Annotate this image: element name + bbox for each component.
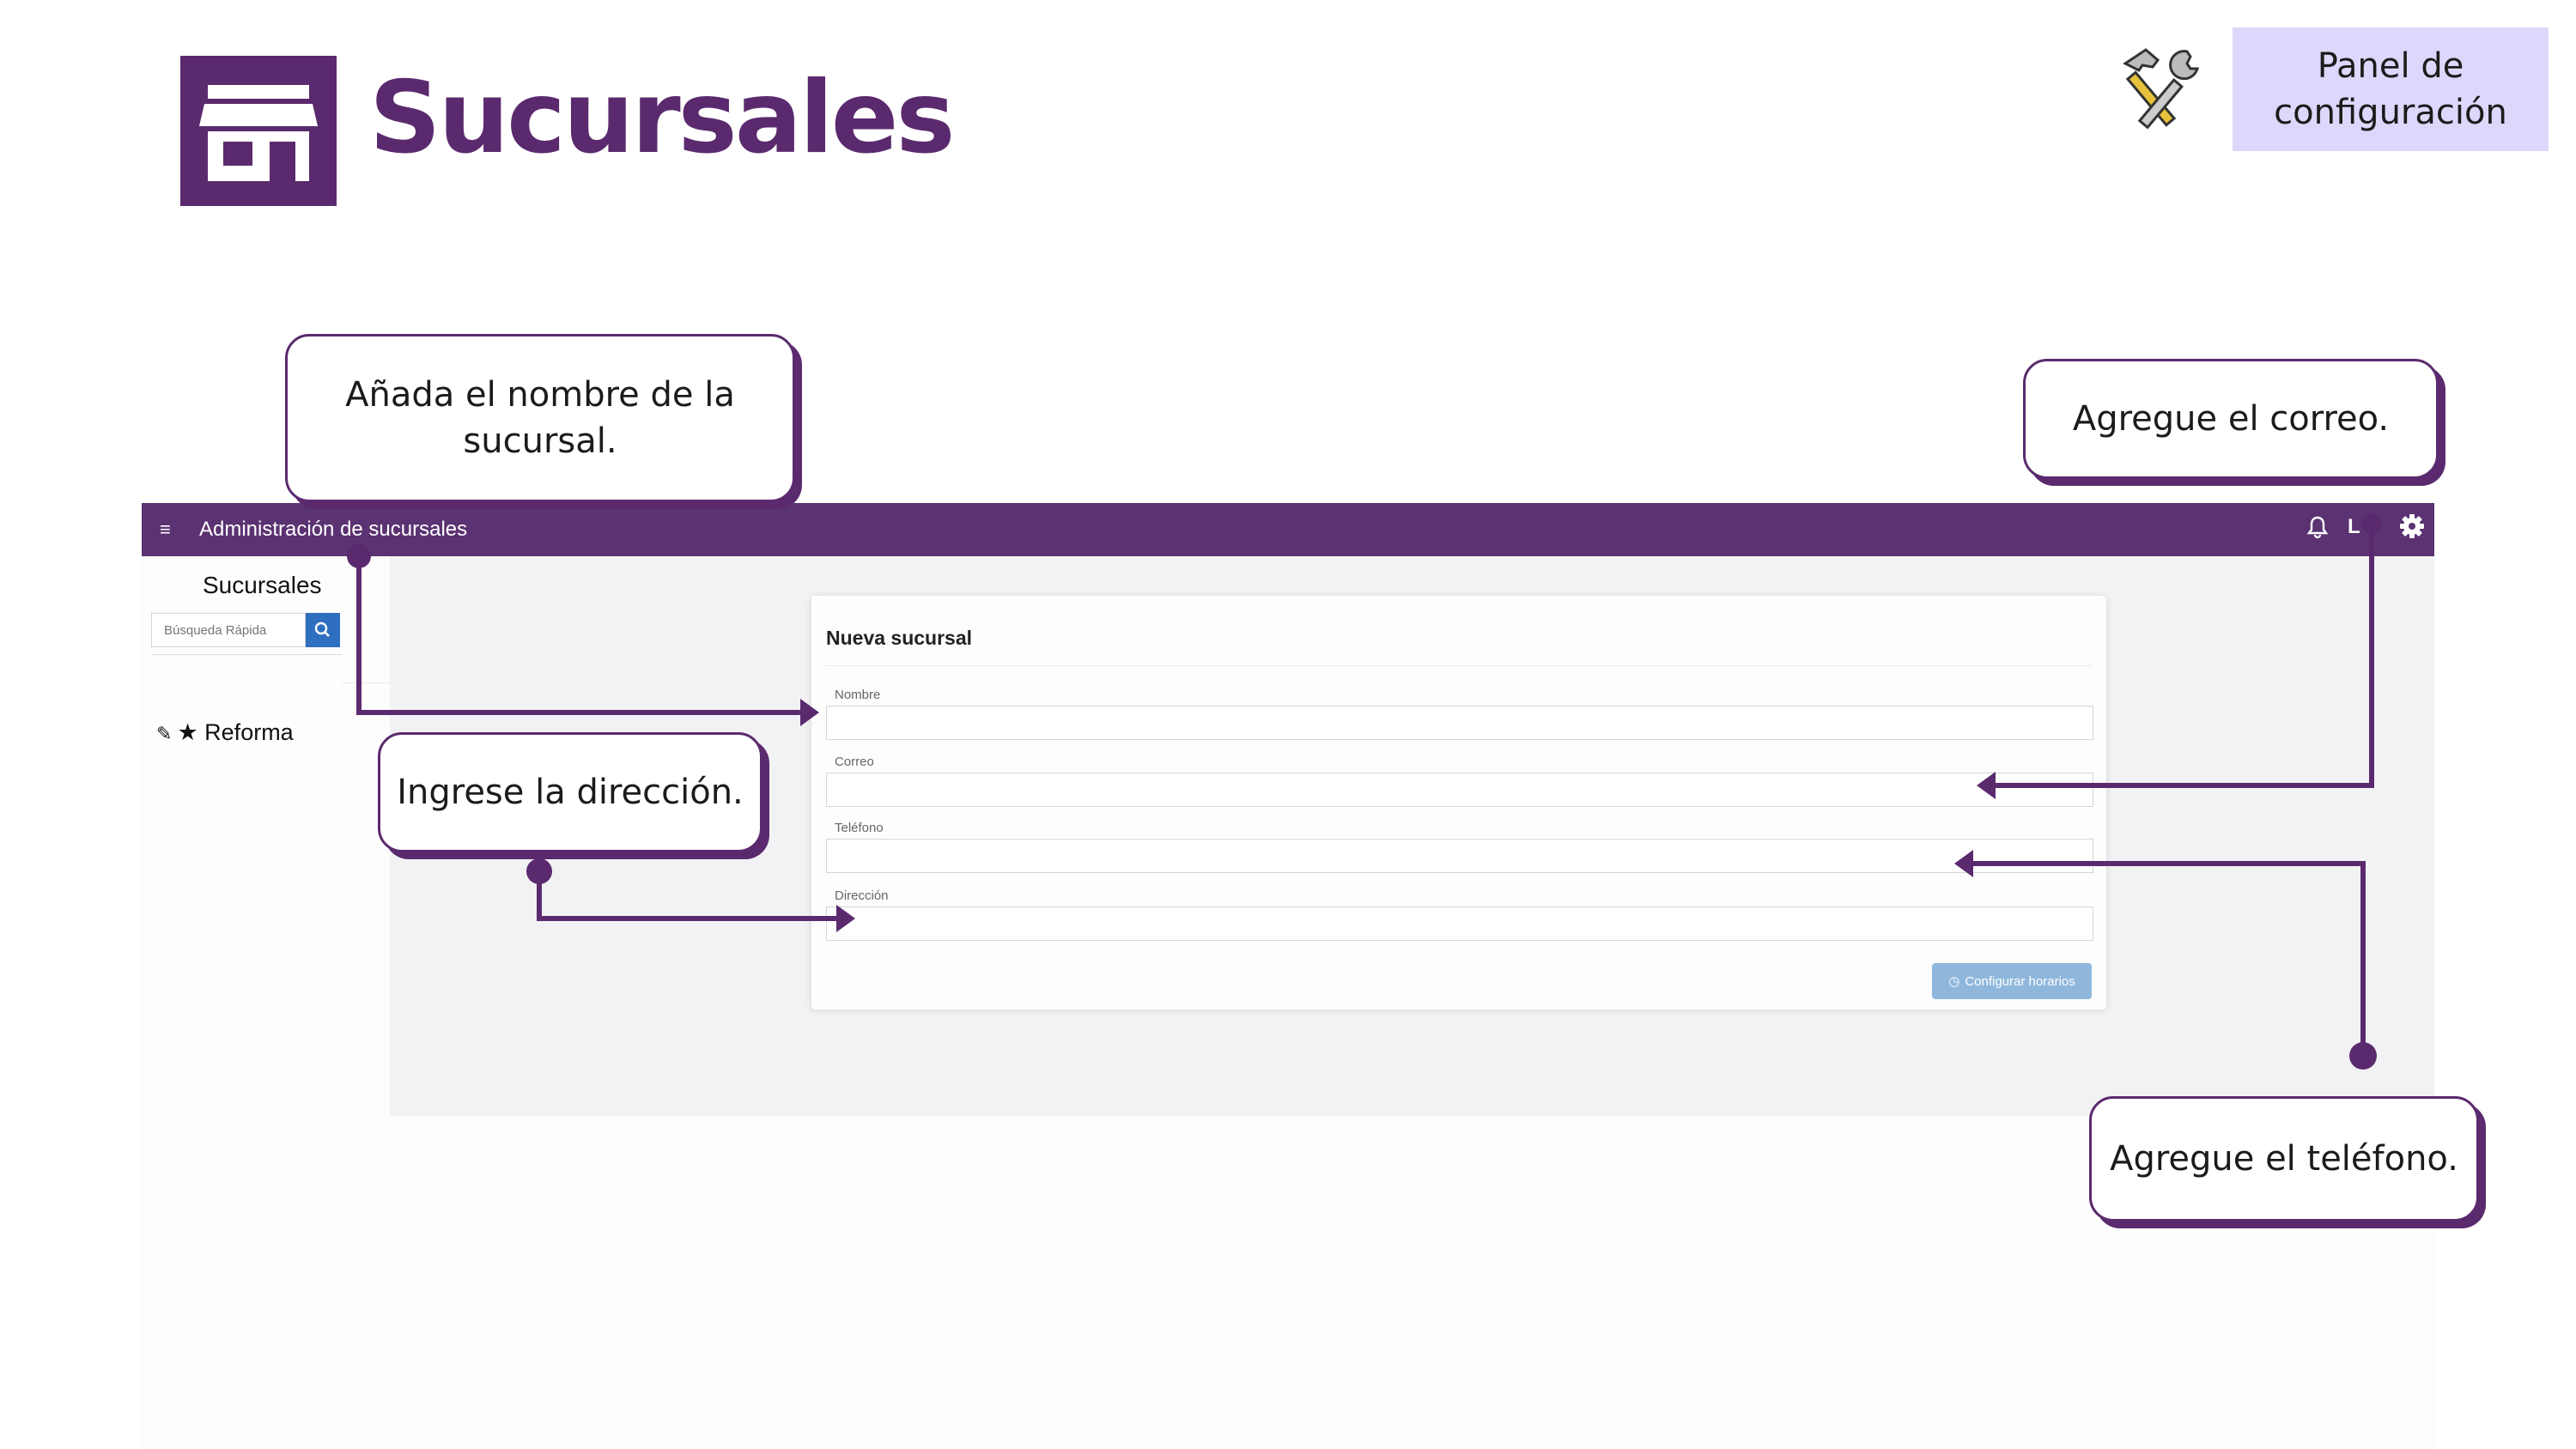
config-panel-button[interactable]: Panel de configuración (2233, 27, 2549, 151)
sidebar-divider (151, 654, 342, 655)
star-icon: ★ (177, 719, 198, 745)
page-title: Sucursales (369, 60, 955, 176)
telefono-label: Teléfono (835, 821, 884, 835)
callout-telefono: Agregue el teléfono. (2089, 1096, 2479, 1222)
gear-icon[interactable] (2399, 513, 2425, 539)
clock-icon: ◷ (1948, 974, 1960, 989)
form-divider (826, 665, 2092, 666)
callout-correo: Agregue el correo. (2023, 359, 2439, 479)
pencil-icon[interactable]: ✎ (156, 723, 172, 744)
callout-nombre: Añada el nombre de la sucursal. (285, 334, 795, 502)
telefono-input[interactable] (826, 839, 2093, 873)
app-title: Administración de sucursales (199, 518, 468, 541)
sidebar-item-label: Reforma (204, 719, 294, 745)
sidebar-title: Sucursales (203, 572, 322, 598)
sidebar-divider (342, 682, 390, 683)
configure-schedule-label: Configurar horarios (1965, 973, 2075, 989)
direccion-label: Dirección (835, 888, 889, 903)
nombre-label: Nombre (835, 688, 881, 702)
nombre-input[interactable] (826, 706, 2093, 740)
correo-input[interactable] (826, 773, 2093, 807)
user-icon[interactable]: L (2348, 515, 2360, 539)
search-input[interactable] (151, 613, 306, 647)
app-topbar (142, 503, 2434, 556)
sidebar-item-reforma[interactable]: ✎ ★ Reforma (156, 718, 294, 749)
callout-direccion: Ingrese la dirección. (378, 732, 762, 852)
store-logo-icon (180, 56, 337, 206)
direccion-input[interactable] (826, 906, 2093, 941)
bell-icon[interactable] (2306, 515, 2329, 539)
search-button[interactable] (306, 613, 340, 647)
form-title: Nueva sucursal (826, 627, 973, 649)
configure-schedule-button[interactable]: ◷ Configurar horarios (1932, 963, 2092, 999)
search-icon (314, 621, 330, 637)
hammer-wrench-icon (2108, 43, 2211, 139)
menu-icon[interactable]: ≡ (160, 518, 171, 542)
correo-label: Correo (835, 755, 874, 769)
